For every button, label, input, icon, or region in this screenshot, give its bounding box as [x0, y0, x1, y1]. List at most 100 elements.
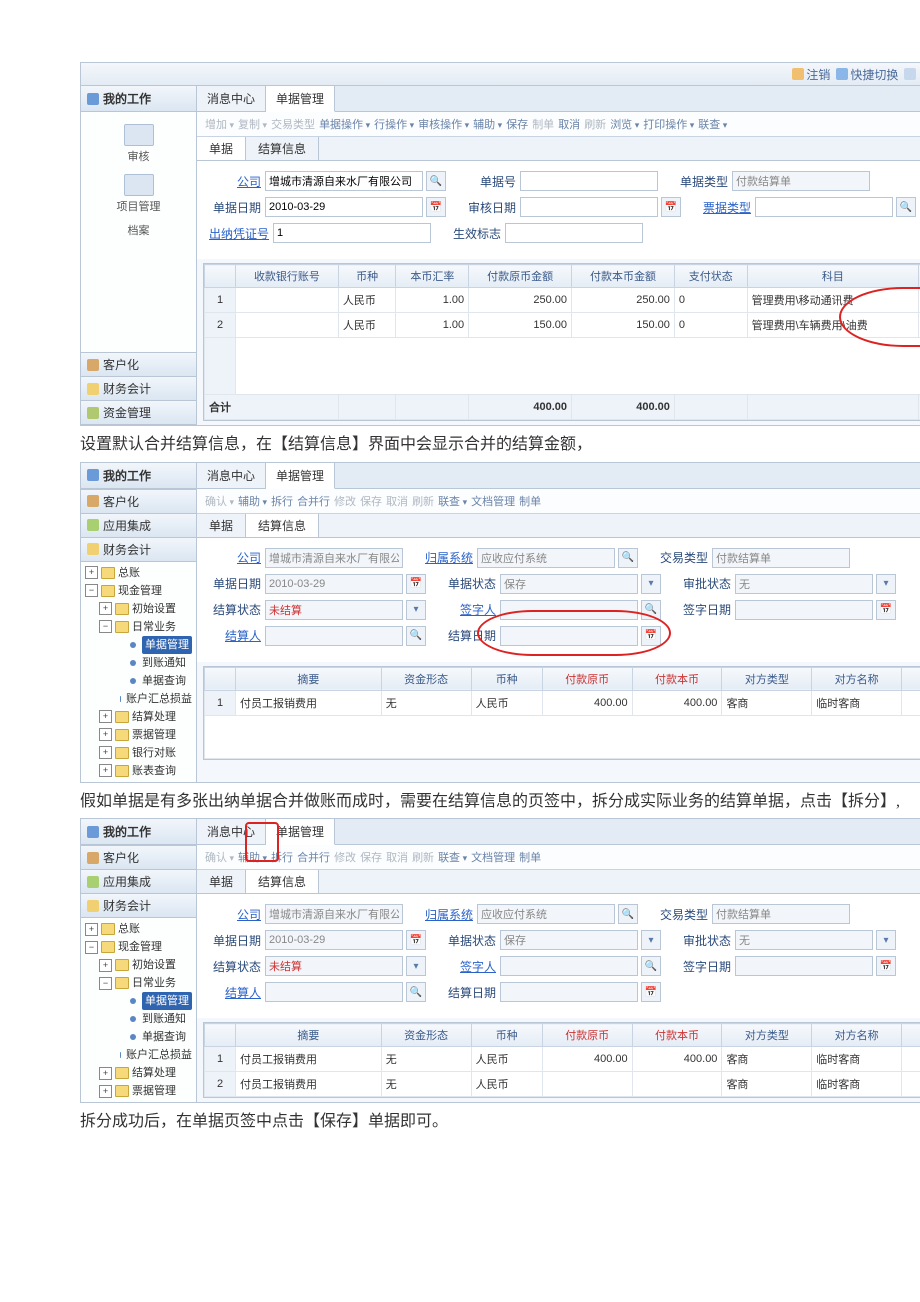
tree-node[interactable]: +初始设置	[85, 956, 192, 974]
tb-split[interactable]: 拆行	[271, 493, 293, 509]
pick-bstate[interactable]: ▾	[641, 574, 661, 594]
pick-signer[interactable]: 🔍	[641, 956, 661, 976]
tb-assist[interactable]: 辅助	[238, 493, 267, 509]
inp-company[interactable]	[265, 171, 423, 191]
tree-leaf[interactable]: 账户汇总损益	[85, 1046, 192, 1064]
sidebar-foot-appint[interactable]: 应用集成	[81, 870, 196, 894]
pick-person[interactable]: 🔍	[406, 626, 426, 646]
col-opptype[interactable]: 对方类型	[722, 1024, 812, 1047]
table-row[interactable]: 2 付员工报销费用 无 人民币 客商 临时客商	[205, 1072, 920, 1097]
col-abstract[interactable]: 摘要	[236, 1024, 382, 1047]
tb-refresh[interactable]: 刷新	[412, 849, 434, 865]
col-paylocal[interactable]: 付款本币	[632, 1024, 722, 1047]
col-bankacct[interactable]: 收款银行账号	[236, 265, 339, 288]
tb-save[interactable]: 保存	[360, 849, 382, 865]
tree-node[interactable]: +总账	[85, 920, 192, 938]
tree-leaf-billmgmt[interactable]: 单据管理	[85, 636, 192, 654]
col-payorig[interactable]: 付款原币	[542, 667, 632, 690]
tree-node[interactable]: −现金管理	[85, 938, 192, 956]
switch-link[interactable]: 快捷切换	[836, 66, 898, 83]
pick-state[interactable]: ▾	[406, 600, 426, 620]
pick-bstate[interactable]: ▾	[641, 930, 661, 950]
col-paystate[interactable]: 支付状态	[674, 265, 747, 288]
sidebar-foot-finance[interactable]: 财务会计	[81, 538, 196, 562]
col-rownum[interactable]	[205, 265, 236, 288]
pick-auditdate[interactable]: 📅	[661, 197, 681, 217]
tree-node[interactable]: −现金管理	[85, 582, 192, 600]
tb-edit[interactable]: 修改	[334, 849, 356, 865]
tree-leaf[interactable]: 账户汇总损益	[85, 690, 192, 708]
tb-rowop[interactable]: 行操作	[374, 116, 414, 132]
tree-node[interactable]: +结算处理	[85, 708, 192, 726]
tb-assist[interactable]: 辅助	[473, 116, 502, 132]
tb-refresh[interactable]: 刷新	[584, 116, 606, 132]
pick-adate[interactable]: 📅	[876, 956, 896, 976]
tb-refresh[interactable]: 刷新	[412, 493, 434, 509]
pick-astate[interactable]: ▾	[876, 574, 896, 594]
col-oppbank[interactable]: 对方银行	[902, 1024, 920, 1047]
tree-node[interactable]: +结算处理	[85, 1064, 192, 1082]
pick-date[interactable]: 📅	[426, 197, 446, 217]
tb-merge[interactable]: 合并行	[297, 493, 330, 509]
tb-docmgmt[interactable]: 文档管理	[471, 493, 515, 509]
tree-leaf-billmgmt[interactable]: 单据管理	[85, 992, 192, 1010]
table-row[interactable]: 1 付员工报销费用 无 人民币 400.00 400.00 客商 临时客商	[205, 690, 920, 715]
pick-person[interactable]: 🔍	[406, 982, 426, 1002]
pick-adate[interactable]: 📅	[876, 600, 896, 620]
tb-voucher[interactable]: 制单	[532, 116, 554, 132]
col-currency[interactable]: 币种	[471, 667, 542, 690]
inp-cashno[interactable]	[273, 223, 431, 243]
tb-voucher[interactable]: 制单	[519, 493, 541, 509]
subtab-settle[interactable]: 结算信息	[246, 514, 319, 537]
sidebar-item-audit[interactable]: 审核	[85, 118, 192, 168]
pick-sys[interactable]: 🔍	[618, 904, 638, 924]
tree-node[interactable]: −日常业务	[85, 618, 192, 636]
log-link[interactable]: 日志	[904, 66, 920, 83]
col-payorig[interactable]: 付款原币金额	[469, 265, 572, 288]
tree-node[interactable]: +账表查询	[85, 762, 192, 780]
tree-node[interactable]: +票据管理	[85, 1082, 192, 1100]
pick-sdate[interactable]: 📅	[641, 626, 661, 646]
col-fundform[interactable]: 资金形态	[381, 1024, 471, 1047]
pick-pjtype[interactable]: 🔍	[896, 197, 916, 217]
col-paylocal[interactable]: 付款本币金额	[572, 265, 675, 288]
col-rate[interactable]: 本币汇率	[396, 265, 469, 288]
tb-voucher[interactable]: 制单	[519, 849, 541, 865]
nav-tree[interactable]: +总账 −现金管理 +初始设置 −日常业务 单据管理 到账通知 单据查询 账户汇…	[81, 562, 196, 782]
subtab-settle[interactable]: 结算信息	[246, 870, 319, 893]
pick-sdate[interactable]: 📅	[641, 982, 661, 1002]
col-subject[interactable]: 科目	[747, 265, 919, 288]
inp-auditdate[interactable]	[520, 197, 658, 217]
pick-date[interactable]: 📅	[406, 930, 426, 950]
detail-grid[interactable]: 收款银行账号 币种 本币汇率 付款原币金额 付款本币金额 支付状态 科目 房地产…	[203, 263, 920, 421]
tree-node[interactable]: +初始设置	[85, 600, 192, 618]
subtab-bill[interactable]: 单据	[197, 514, 246, 537]
tb-docmgmt[interactable]: 文档管理	[471, 849, 515, 865]
tree-leaf[interactable]: 到账通知	[85, 1010, 192, 1028]
pick-state[interactable]: ▾	[406, 956, 426, 976]
tb-txtype[interactable]: 交易类型	[271, 116, 315, 132]
tab-msgcenter[interactable]: 消息中心	[197, 463, 266, 488]
col-abstract[interactable]: 摘要	[236, 667, 382, 690]
tb-confirm[interactable]: 确认	[205, 849, 234, 865]
tb-browse[interactable]: 浏览	[610, 116, 639, 132]
inp-flag[interactable]	[505, 223, 643, 243]
pick-sys[interactable]: 🔍	[618, 548, 638, 568]
nav-tree[interactable]: +总账 −现金管理 +初始设置 −日常业务 单据管理 到账通知 单据查询 账户汇…	[81, 918, 196, 1102]
sidebar-item-project[interactable]: 项目管理	[85, 168, 192, 218]
pick-company[interactable]: 🔍	[426, 171, 446, 191]
logout-link[interactable]: 注销	[792, 66, 830, 83]
inp-date[interactable]	[265, 197, 423, 217]
sidebar-foot-fund[interactable]: 资金管理	[81, 401, 196, 425]
detail-grid[interactable]: 摘要 资金形态 币种 付款原币 付款本币 对方类型 对方名称 对方银行 1 付员…	[203, 666, 920, 760]
tb-auditop[interactable]: 审核操作	[418, 116, 469, 132]
sidebar-foot-customer[interactable]: 客户化	[81, 353, 196, 377]
tb-merge[interactable]: 合并行	[297, 849, 330, 865]
sidebar-item-archive[interactable]: 档案	[85, 218, 192, 242]
tb-link[interactable]: 联查	[438, 493, 467, 509]
tree-leaf[interactable]: 到账通知	[85, 654, 192, 672]
subtab-bill[interactable]: 单据	[197, 137, 246, 160]
sidebar-foot-finance[interactable]: 财务会计	[81, 894, 196, 918]
tb-cancel[interactable]: 取消	[386, 849, 408, 865]
tb-copy[interactable]: 复制	[238, 116, 267, 132]
